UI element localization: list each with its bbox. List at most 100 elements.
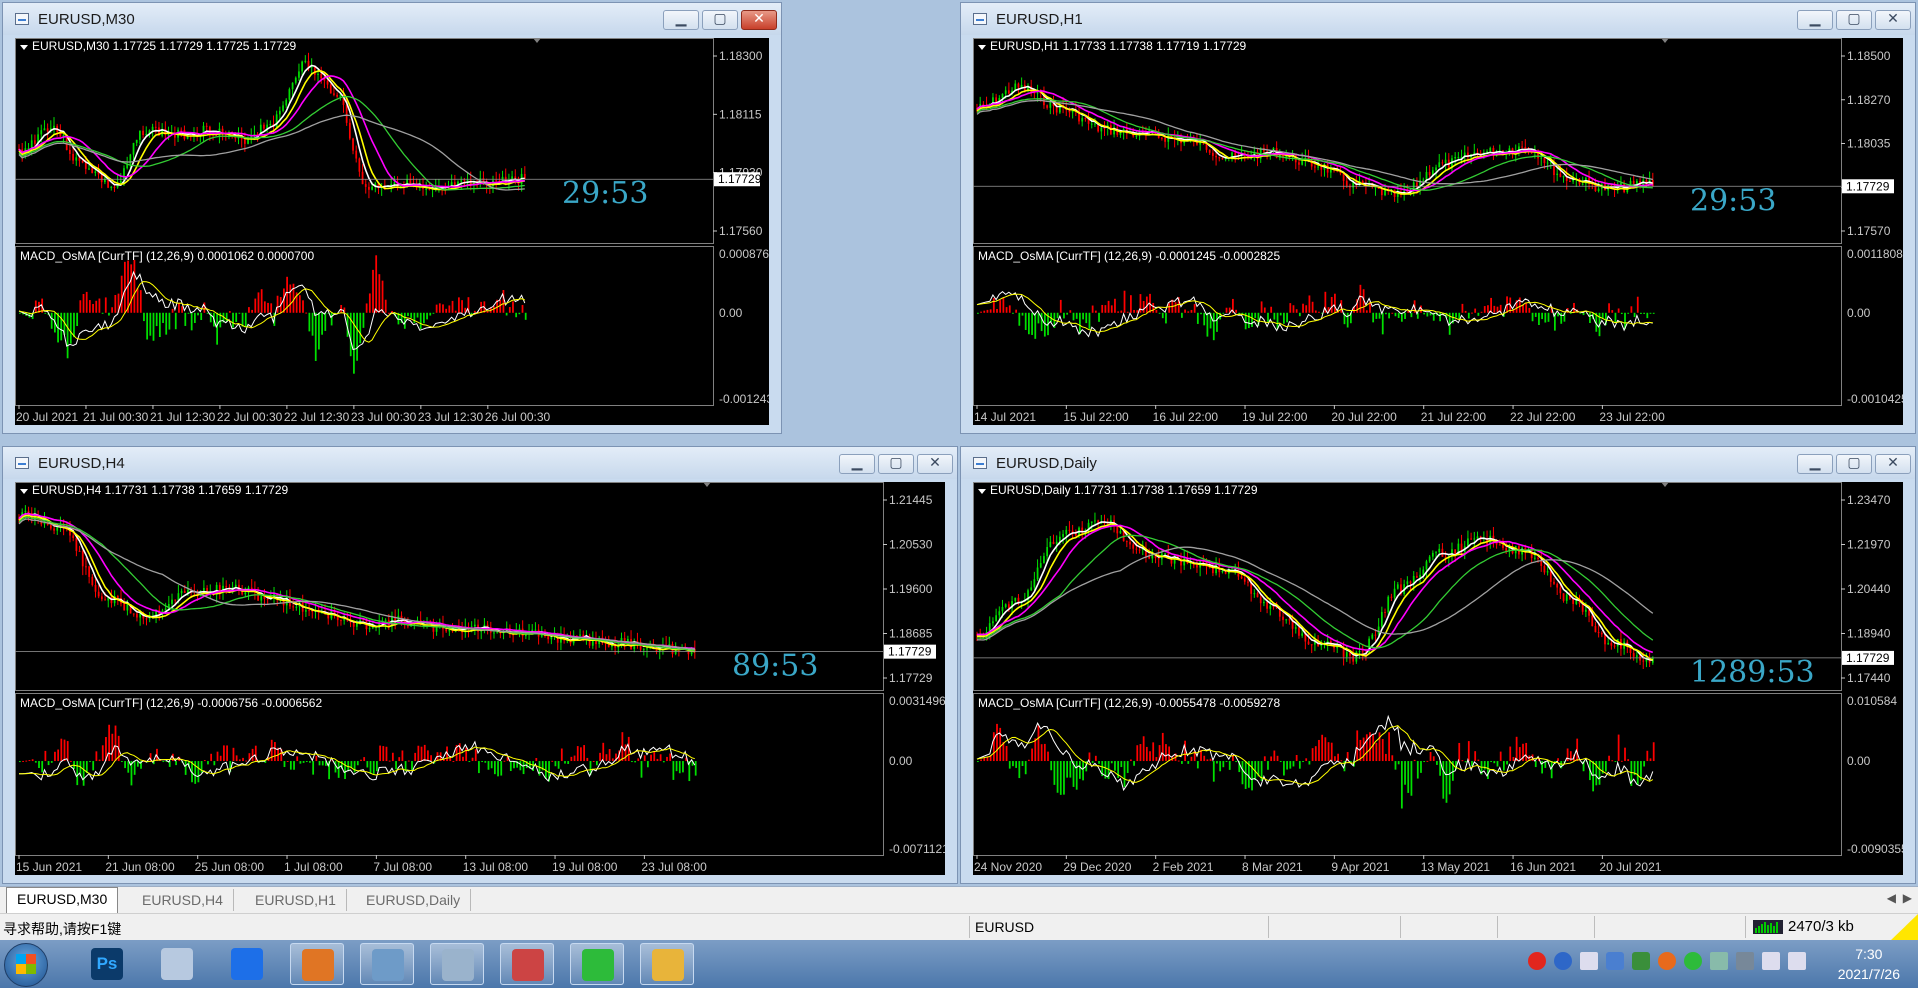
osma-histogram-bar xyxy=(1133,309,1135,313)
minimize-button[interactable]: ▁ xyxy=(839,454,875,474)
window-titlebar[interactable]: EURUSD,H4 ▁ ▢ ✕ xyxy=(3,447,957,479)
osma-histogram-bar xyxy=(1152,742,1155,762)
taskbar-app-notebook[interactable] xyxy=(430,943,484,985)
osma-histogram-bar xyxy=(175,761,177,766)
candle-body xyxy=(266,598,269,600)
candle-body xyxy=(174,599,177,601)
taskbar-app-lark[interactable] xyxy=(220,943,274,985)
osma-histogram-bar xyxy=(238,759,241,762)
close-button[interactable]: ✕ xyxy=(917,454,953,474)
taskbar-app-photoshop[interactable]: Ps xyxy=(80,943,134,985)
maximize-button[interactable]: ▢ xyxy=(702,10,738,30)
osma-histogram-bar xyxy=(1646,312,1649,319)
usb-icon[interactable] xyxy=(1580,952,1598,970)
taskbar-app-explorer[interactable] xyxy=(640,943,694,985)
osma-histogram-bar xyxy=(95,300,98,313)
osma-histogram-bar xyxy=(1375,312,1378,319)
osma-histogram-bar xyxy=(108,312,110,316)
osma-histogram-bar xyxy=(423,744,426,762)
taskbar-app-paint[interactable] xyxy=(500,943,554,985)
taskbar-app-feishu[interactable] xyxy=(150,943,204,985)
osma-histogram-bar xyxy=(1063,312,1065,319)
candle-body xyxy=(1431,552,1434,557)
osma-histogram-bar xyxy=(1627,759,1630,762)
metatrader-tray-icon[interactable] xyxy=(1658,952,1676,970)
close-button[interactable]: ✕ xyxy=(1875,454,1911,474)
chart-window-daily[interactable]: EURUSD,Daily ▁ ▢ ✕ 1.23470 1.21970 1.20440… xyxy=(960,446,1916,884)
osma-histogram-bar xyxy=(1139,294,1142,313)
osma-histogram-bar xyxy=(1018,312,1021,326)
candle-body xyxy=(1393,189,1396,197)
maximize-button[interactable]: ▢ xyxy=(1836,10,1872,30)
osma-histogram-bar xyxy=(178,302,180,313)
tab-eurusd-h4[interactable]: EURUSD,H4 xyxy=(132,889,234,911)
osma-histogram-bar xyxy=(1082,312,1084,320)
tab-eurusd-m30[interactable]: EURUSD,M30 xyxy=(6,887,119,913)
sogou-ime-icon[interactable] xyxy=(1528,952,1546,970)
candle-body xyxy=(1546,571,1549,573)
candle-body xyxy=(1240,576,1243,579)
system-clock[interactable]: 7:30 2021/7/26 xyxy=(1838,944,1900,984)
osma-histogram-bar xyxy=(1560,312,1563,324)
minimize-button[interactable]: ▁ xyxy=(1797,454,1833,474)
candle-body xyxy=(75,537,78,551)
indicator-label: MACD_OsMA [CurrTF] (12,26,9) 0.0001062 0… xyxy=(20,249,314,263)
osma-histogram-bar xyxy=(1145,746,1148,762)
candle-body xyxy=(1556,173,1559,176)
candle-body xyxy=(1635,180,1638,184)
window-titlebar[interactable]: EURUSD,H1 ▁ ▢ ✕ xyxy=(961,3,1915,35)
osma-histogram-bar xyxy=(445,308,448,313)
network-drive-icon[interactable] xyxy=(1710,952,1728,970)
taskbar-app-metatrader[interactable] xyxy=(290,943,344,985)
maximize-button[interactable]: ▢ xyxy=(878,454,914,474)
window-titlebar[interactable]: EURUSD,M30 ▁ ▢ ✕ xyxy=(3,3,781,35)
osma-histogram-bar xyxy=(1324,737,1327,762)
price-chart[interactable]: 1.23470 1.21970 1.20440 1.18940 1.17440 1.177… xyxy=(973,482,1903,875)
candle-body xyxy=(1221,570,1224,573)
candle-body xyxy=(1597,188,1600,192)
chart-window-h4[interactable]: EURUSD,H4 ▁ ▢ ✕ 1.21445 1.20530 1.19600 1.1… xyxy=(2,446,958,884)
antivirus-icon[interactable] xyxy=(1632,952,1650,970)
osma-histogram-bar xyxy=(1206,312,1209,337)
taskbar-app-contacts[interactable] xyxy=(360,943,414,985)
start-button[interactable] xyxy=(4,943,48,987)
tab-scroll-left-icon[interactable]: ◀ xyxy=(1887,891,1896,905)
volume-muted-icon[interactable] xyxy=(1788,952,1806,970)
price-chart[interactable]: 1.183001.181151.179301.175601.17729EURUS… xyxy=(15,38,769,425)
tab-scroll-right-icon[interactable]: ▶ xyxy=(1903,891,1912,905)
osma-histogram-bar xyxy=(1410,312,1413,318)
indicator-tick-label: 0.00 xyxy=(889,754,913,768)
osma-histogram-bar xyxy=(1490,761,1492,763)
osma-histogram-bar xyxy=(595,761,598,766)
maximize-button[interactable]: ▢ xyxy=(1836,454,1872,474)
candle-body xyxy=(1212,152,1214,156)
close-button[interactable]: ✕ xyxy=(741,10,777,30)
keyboard-icon[interactable] xyxy=(1736,952,1754,970)
network-icon[interactable] xyxy=(1762,952,1780,970)
tab-eurusd-h1[interactable]: EURUSD,H1 xyxy=(245,889,347,911)
price-chart[interactable]: 1.185001.182701.180351.178051.175701.177… xyxy=(973,38,1903,425)
osma-histogram-bar xyxy=(1289,761,1292,769)
taskbar-app-wechat[interactable] xyxy=(570,943,624,985)
candle-body xyxy=(116,596,119,598)
chart-window-h1[interactable]: EURUSD,H1 ▁ ▢ ✕ 1.18500 1.18270 1.18035 1.1… xyxy=(960,2,1916,434)
resize-grip-icon[interactable] xyxy=(1884,914,1918,941)
tab-eurusd-daily[interactable]: EURUSD,Daily xyxy=(356,889,472,911)
candle-body xyxy=(1317,166,1319,168)
osma-histogram-bar xyxy=(274,742,276,762)
price-chart[interactable]: 1.21445 1.20530 1.19600 1.18685 1.17729 1.177… xyxy=(15,482,945,875)
osma-histogram-bar xyxy=(1410,761,1413,796)
minimize-button[interactable]: ▁ xyxy=(663,10,699,30)
osma-histogram-bar xyxy=(1126,761,1129,773)
wechat-tray-icon[interactable] xyxy=(1684,952,1702,970)
osma-histogram-bar xyxy=(573,755,576,762)
security-shield-icon[interactable] xyxy=(1606,952,1624,970)
chart-window-m30[interactable]: EURUSD,M30 ▁ ▢ ✕ 1.183001.181151.179301.… xyxy=(2,2,782,434)
minimize-button[interactable]: ▁ xyxy=(1797,10,1833,30)
contacts-icon xyxy=(372,949,404,981)
osma-histogram-bar xyxy=(82,294,85,313)
osma-histogram-bar xyxy=(168,312,171,330)
close-button[interactable]: ✕ xyxy=(1875,10,1911,30)
window-titlebar[interactable]: EURUSD,Daily ▁ ▢ ✕ xyxy=(961,447,1915,479)
help-icon[interactable] xyxy=(1554,952,1572,970)
